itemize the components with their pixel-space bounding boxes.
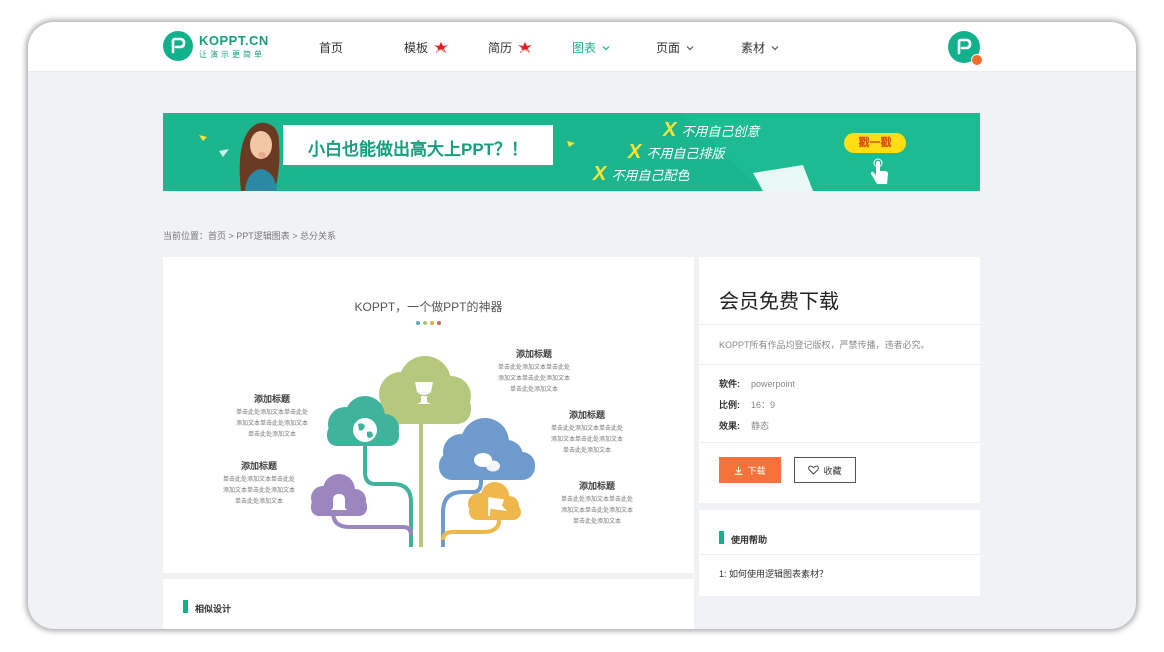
annotation-left-upper: 添加标题 单击此处添加文本单击此处 添加文本单击此处添加文本 单击此处添加文本 bbox=[232, 392, 312, 441]
nav-resume-label: 简历 bbox=[488, 41, 513, 55]
hot-badge-icon: HOT bbox=[516, 41, 534, 54]
section-marker bbox=[183, 600, 188, 613]
banner-feature-text: 不用自己排版 bbox=[646, 145, 725, 161]
chevron-down-icon bbox=[771, 45, 779, 50]
annotation-title: 添加标题 bbox=[253, 394, 290, 404]
user-avatar[interactable] bbox=[948, 31, 983, 66]
nav-home-label: 首页 bbox=[319, 41, 344, 55]
annotation-right-lower: 添加标题 单击此处添加文本单击此处 添加文本单击此处添加文本 单击此处添加文本 bbox=[557, 479, 637, 528]
download-label: 下载 bbox=[747, 465, 766, 476]
nav-pages-label: 页面 bbox=[656, 41, 681, 55]
divider bbox=[699, 324, 980, 325]
breadcrumb[interactable]: 当前位置：首页 > PPT逻辑图表 > 总分关系 bbox=[163, 229, 336, 242]
hot-badge-icon: HOT bbox=[432, 41, 450, 54]
heart-icon bbox=[808, 465, 820, 475]
nav-pages[interactable]: 页面 bbox=[656, 39, 694, 56]
divider bbox=[699, 364, 980, 365]
browser-frame: KOPPT.CN 让演示更简单 首页 模板 HOT 简历 HOT 图表 页面 素… bbox=[28, 22, 1136, 629]
download-icon bbox=[734, 466, 743, 475]
help-section: 使用帮助 1: 如何使用逻辑图表素材？ bbox=[699, 510, 980, 596]
help-heading: 使用帮助 bbox=[731, 535, 768, 545]
annotation-body: 单击此处添加文本单击此处 添加文本单击此处添加文本 单击此处添加文本 bbox=[560, 497, 633, 525]
divider bbox=[699, 554, 980, 555]
annotation-body: 单击此处添加文本单击此处 添加文本单击此处添加文本 单击此处添加文本 bbox=[222, 477, 295, 505]
banner-cta-button[interactable]: 戳一戳 bbox=[844, 133, 906, 153]
svg-text:HOT: HOT bbox=[437, 48, 446, 53]
download-button[interactable]: 下载 bbox=[719, 457, 781, 483]
panel-title: 会员免费下载 bbox=[719, 291, 839, 313]
nav-charts-label: 图表 bbox=[572, 41, 597, 55]
title-dot bbox=[416, 321, 420, 325]
copyright-notice: KOPPT所有作品均登记版权，严禁传播，违者必究。 bbox=[719, 340, 930, 350]
nav-resume[interactable]: 简历 HOT bbox=[488, 39, 534, 56]
chevron-down-icon bbox=[602, 45, 610, 50]
meta-ratio: 比例: 16：9 bbox=[719, 400, 776, 410]
banner-headline: 小白也能做出高大上PPT？！ bbox=[308, 140, 529, 159]
nav-assets-label: 素材 bbox=[741, 41, 766, 55]
globe-icon bbox=[353, 418, 377, 442]
pointer-hand-icon bbox=[871, 158, 888, 184]
x-mark-icon: X bbox=[593, 162, 607, 185]
favorite-label: 收藏 bbox=[823, 465, 842, 476]
nav-home[interactable]: 首页 bbox=[319, 39, 343, 56]
logo-mark-icon bbox=[163, 31, 193, 61]
banner-feature-text: 不用自己创意 bbox=[681, 123, 760, 139]
title-dot bbox=[430, 321, 434, 325]
annotation-title: 添加标题 bbox=[568, 410, 605, 420]
annotation-title: 添加标题 bbox=[515, 349, 552, 359]
similar-designs-section: 相似设计 bbox=[163, 579, 694, 629]
banner-person-illustration bbox=[239, 122, 280, 191]
promo-banner[interactable]: 小白也能做出高大上PPT？！ X 不用自己创意 X 不用自己排版 X 不用自己配色 戳… bbox=[163, 113, 980, 191]
banner-feature: X 不用自己排版 bbox=[628, 141, 759, 163]
meta-effect: 效果: 静态 bbox=[719, 421, 770, 431]
favorite-button[interactable]: 收藏 bbox=[794, 457, 856, 483]
vip-badge-icon bbox=[971, 54, 983, 66]
similar-designs-heading: 相似设计 bbox=[195, 604, 232, 614]
chevron-down-icon bbox=[686, 45, 694, 50]
download-panel: 会员免费下载 KOPPT所有作品均登记版权，严禁传播，违者必究。 软件: powe… bbox=[699, 257, 980, 503]
logo-name: KOPPT.CN bbox=[199, 32, 269, 48]
section-marker bbox=[719, 531, 724, 544]
title-dots bbox=[416, 321, 441, 325]
logo-slogan: 让演示更简单 bbox=[199, 49, 265, 59]
banner-feature-list: X 不用自己创意 X 不用自己排版 X 不用自己配色 bbox=[593, 119, 759, 185]
nav-templates[interactable]: 模板 HOT bbox=[404, 39, 450, 56]
title-dot bbox=[437, 321, 441, 325]
cloud-blue bbox=[439, 418, 535, 480]
annotation-right-upper: 添加标题 单击此处添加文本单击此处 添加文本单击此处添加文本 单击此处添加文本 bbox=[547, 408, 627, 457]
meta-software: 软件: powerpoint bbox=[719, 379, 796, 389]
site-logo[interactable]: KOPPT.CN 让演示更简单 bbox=[163, 31, 269, 61]
annotation-top: 添加标题 单击此处添加文本单击此处 添加文本单击此处添加文本 单击此处添加文本 bbox=[494, 347, 574, 396]
top-header: KOPPT.CN 让演示更简单 首页 模板 HOT 简历 HOT 图表 页面 素… bbox=[28, 22, 1136, 72]
banner-feature: X 不用自己创意 bbox=[663, 119, 759, 141]
banner-feature: X 不用自己配色 bbox=[593, 163, 759, 185]
x-mark-icon: X bbox=[628, 140, 642, 163]
template-preview[interactable]: KOPPT，一个做PPT的神器 添加标题 单击此处添加文本单击此处 添加文本单击… bbox=[163, 257, 694, 573]
nav-charts[interactable]: 图表 bbox=[572, 39, 610, 56]
annotation-body: 单击此处添加文本单击此处 添加文本单击此处添加文本 单击此处添加文本 bbox=[235, 410, 308, 438]
nav-templates-label: 模板 bbox=[404, 41, 429, 55]
preview-title: KOPPT，一个做PPT的神器 bbox=[354, 300, 503, 314]
divider bbox=[699, 442, 980, 443]
banner-feature-text: 不用自己配色 bbox=[611, 167, 690, 183]
nav-assets[interactable]: 素材 bbox=[741, 39, 779, 56]
annotation-left-lower: 添加标题 单击此处添加文本单击此处 添加文本单击此处添加文本 单击此处添加文本 bbox=[219, 459, 299, 508]
title-dot bbox=[423, 321, 427, 325]
help-question-link[interactable]: 1: 如何使用逻辑图表素材？ bbox=[719, 567, 828, 580]
annotation-body: 单击此处添加文本单击此处 添加文本单击此处添加文本 单击此处添加文本 bbox=[497, 365, 570, 393]
avatar-logo-icon bbox=[957, 38, 972, 55]
annotation-body: 单击此处添加文本单击此处 添加文本单击此处添加文本 单击此处添加文本 bbox=[550, 426, 623, 454]
annotation-title: 添加标题 bbox=[240, 461, 277, 471]
svg-text:HOT: HOT bbox=[521, 48, 530, 53]
annotation-title: 添加标题 bbox=[578, 481, 615, 491]
x-mark-icon: X bbox=[663, 118, 677, 141]
